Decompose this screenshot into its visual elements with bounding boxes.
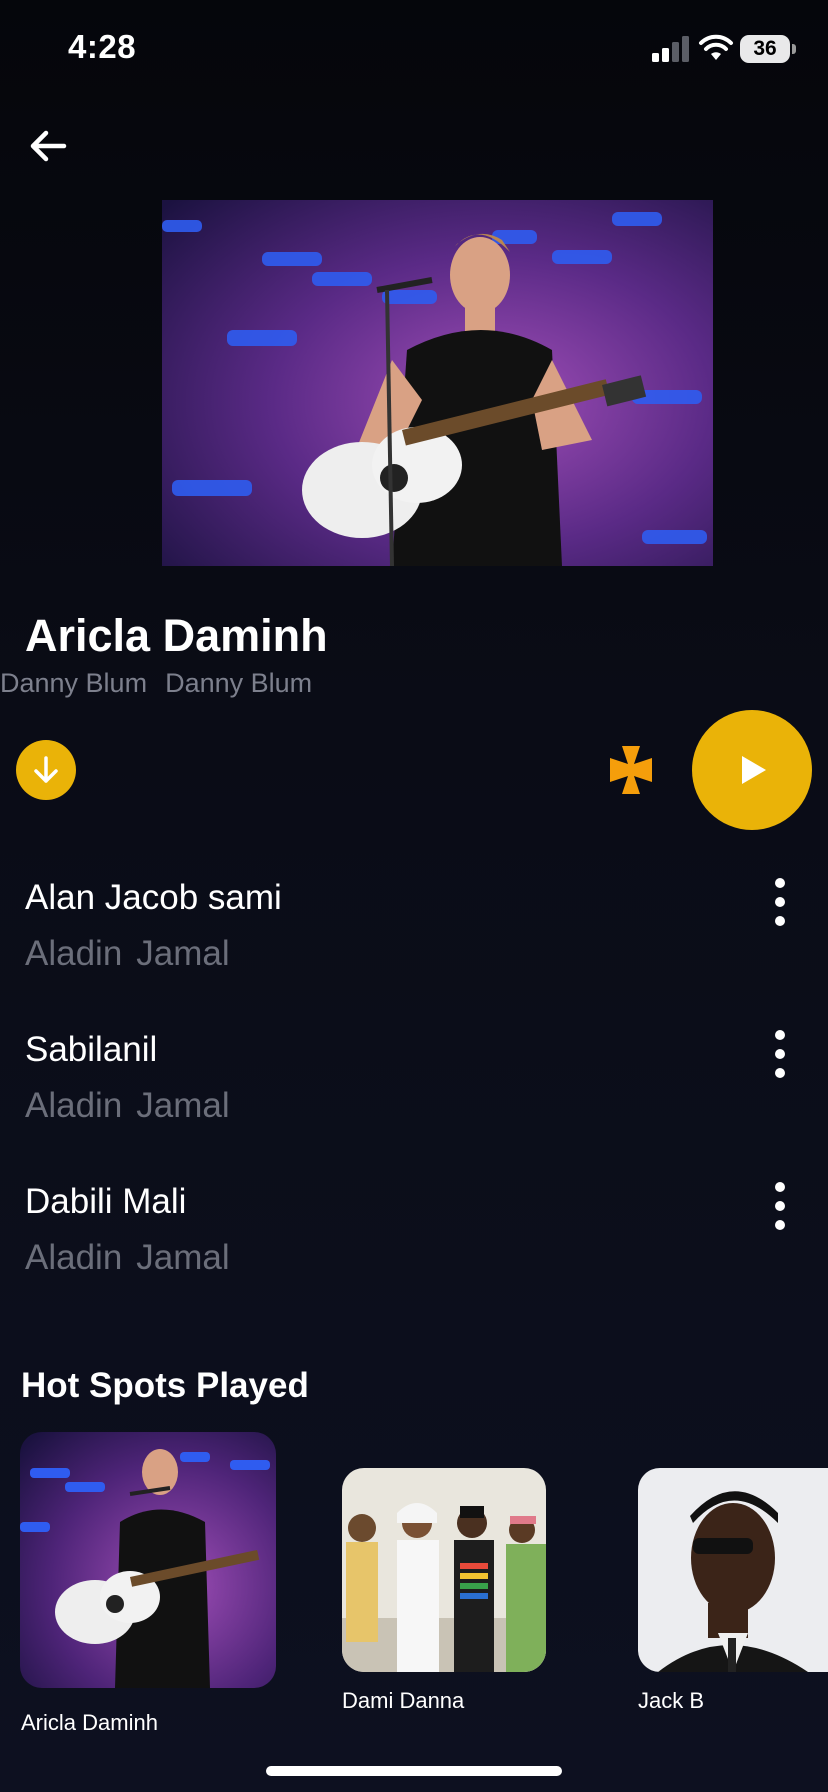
track-artists: Aladin Jamal [25, 934, 244, 974]
download-button[interactable] [16, 740, 76, 800]
more-options-icon[interactable] [762, 1030, 798, 1078]
hot-spot-label[interactable]: Dami Danna [342, 1688, 464, 1714]
track-title: Dabili Mali [25, 1182, 187, 1221]
arrow-down-icon [34, 756, 58, 783]
album-cover-image [162, 200, 713, 566]
home-indicator[interactable] [266, 1766, 562, 1776]
track-title: Sabilanil [25, 1030, 158, 1069]
status-time: 4:28 [68, 28, 137, 65]
track-artist: Jamal [136, 934, 230, 973]
track-artist: Jamal [136, 1086, 230, 1125]
battery-tip [792, 44, 796, 54]
track-row[interactable]: Dabili Mali Aladin Jamal [0, 1182, 828, 1332]
track-artist: Aladin [25, 1238, 123, 1277]
album-artist[interactable]: Danny Blum [165, 668, 312, 698]
track-title: Alan Jacob sami [25, 878, 282, 917]
shuffle-button[interactable] [604, 740, 658, 800]
more-options-icon[interactable] [762, 1182, 798, 1230]
track-artist: Jamal [136, 1238, 230, 1277]
play-button[interactable] [692, 710, 812, 830]
track-artists: Aladin Jamal [25, 1086, 244, 1126]
wifi-icon [699, 34, 733, 60]
album-artist[interactable]: Danny Blum [0, 668, 147, 698]
hot-spot-card-image[interactable] [638, 1468, 828, 1672]
more-options-icon[interactable] [762, 878, 798, 926]
track-artists: Aladin Jamal [25, 1238, 244, 1278]
album-artists: Danny Blum Danny Blum [0, 668, 330, 699]
cross-icon [610, 746, 652, 794]
section-title: Hot Spots Played [21, 1366, 309, 1405]
hot-spot-label[interactable]: Jack B [638, 1688, 704, 1714]
hot-spot-card-image[interactable] [342, 1468, 546, 1672]
track-artist: Aladin [25, 1086, 123, 1125]
track-row[interactable]: Alan Jacob sami Aladin Jamal [0, 878, 828, 1028]
hot-spot-label[interactable]: Aricla Daminh [21, 1710, 158, 1736]
battery-indicator: 36 [740, 35, 790, 63]
track-row[interactable]: Sabilanil Aladin Jamal [0, 1030, 828, 1180]
signal-icon [652, 36, 689, 62]
back-arrow-icon[interactable] [24, 122, 72, 170]
track-artist: Aladin [25, 934, 123, 973]
album-title: Aricla Daminh [25, 610, 328, 661]
hot-spot-card-image[interactable] [20, 1432, 276, 1688]
play-icon [742, 756, 766, 784]
